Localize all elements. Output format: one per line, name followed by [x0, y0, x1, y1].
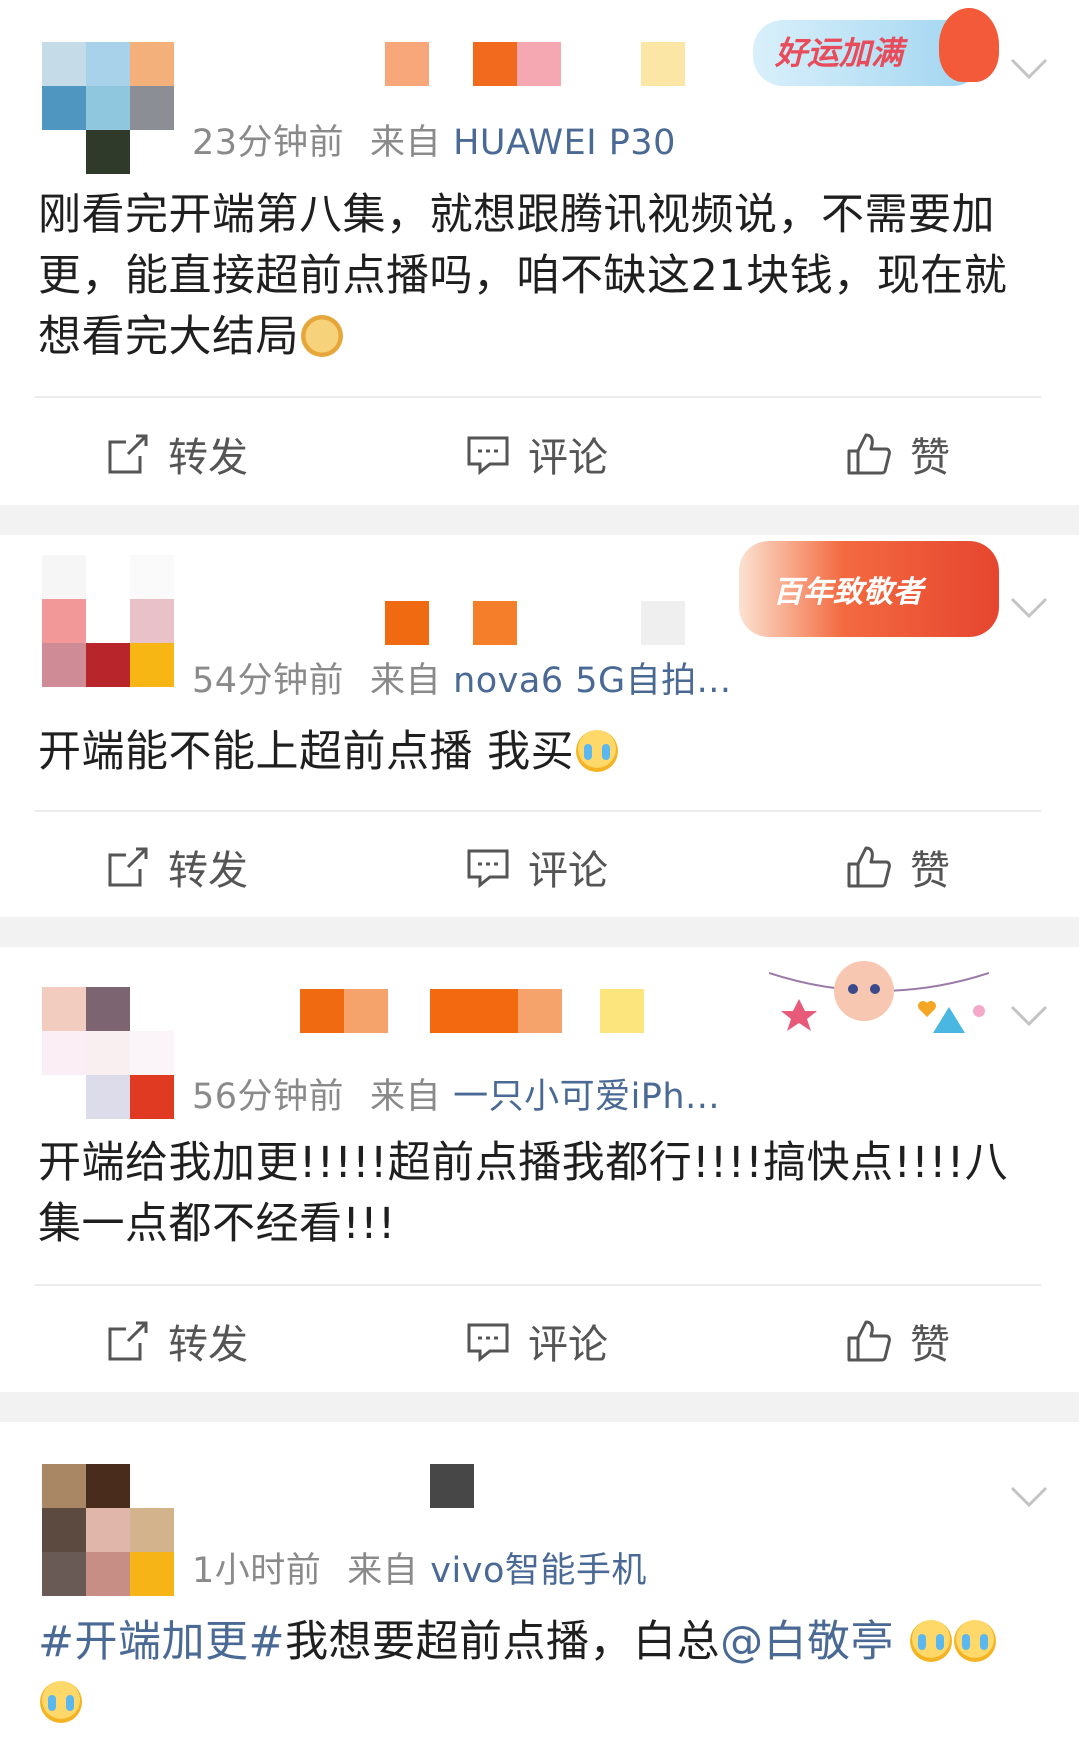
chevron-down-icon[interactable] [1009, 56, 1049, 82]
like-button[interactable]: 赞 [846, 414, 950, 494]
post-text-content: 刚看完开端第八集，就想跟腾讯视频说，不需要加更，能直接超前点播吗，咱不缺这21块… [38, 190, 1008, 362]
source-device[interactable]: nova6 5G自拍... [453, 661, 731, 701]
avatar[interactable] [42, 987, 174, 1119]
comment-label: 评论 [528, 1322, 608, 1368]
repost-label: 转发 [168, 1322, 248, 1368]
dog-emoji-icon [301, 315, 343, 357]
like-label: 赞 [910, 1322, 950, 1368]
repost-icon [108, 1321, 148, 1361]
thumbs-up-icon [847, 433, 891, 475]
post-text: 开端能不能上超前点播 我买 [38, 722, 1048, 783]
crying-emoji-icon [576, 730, 619, 772]
post-time: 1小时前 [192, 1551, 322, 1591]
crying-emoji-icon [40, 1681, 82, 1723]
repost-icon [108, 847, 148, 887]
repost-button[interactable]: 转发 [106, 414, 248, 494]
thumbs-up-icon [847, 1320, 891, 1362]
comment-button[interactable]: 评论 [466, 414, 608, 494]
post-text: 刚看完开端第八集，就想跟腾讯视频说，不需要加更，能直接超前点播吗，咱不缺这21块… [38, 185, 1048, 368]
thumbs-up-icon [847, 846, 891, 888]
post-text: #开端加更#我想要超前点播，白总@白敬亭 [38, 1612, 1048, 1734]
crying-emoji-icon [910, 1620, 953, 1662]
fish-mascot [939, 8, 999, 82]
like-label: 赞 [910, 848, 950, 894]
like-label: 赞 [910, 435, 950, 481]
post-card: 好运加满 23分钟前 来自 HUAWEI P30 刚看完开端第八集，就想跟腾讯视频说… [0, 0, 1079, 505]
comment-button[interactable]: 评论 [466, 827, 608, 907]
repost-label: 转发 [168, 435, 248, 481]
post-meta: 56分钟前 来自 一只小可爱iPh... [192, 1068, 720, 1119]
source-label: 来自 [370, 1077, 442, 1117]
source-label: 来自 [370, 123, 442, 163]
avatar[interactable] [42, 1464, 174, 1596]
divider [34, 810, 1041, 812]
post-time: 54分钟前 [192, 661, 345, 701]
post-card: 百年致敬者 54分钟前 来自 nova6 5G自拍... 开端能不能上超前点播 我买… [0, 535, 1079, 917]
mention-link[interactable]: @白敬亭 [720, 1617, 894, 1667]
post-time: 56分钟前 [192, 1077, 345, 1117]
chevron-down-icon[interactable] [1009, 595, 1049, 621]
source-device[interactable]: HUAWEI P30 [453, 123, 676, 163]
garland-icon [768, 961, 990, 1033]
badge-decoration: 百年致敬者 [739, 541, 999, 637]
repost-icon [108, 434, 148, 474]
garland-decoration [768, 949, 990, 1033]
source-label: 来自 [370, 661, 442, 701]
post-card: 1小时前 来自 vivo智能手机 #开端加更#我想要超前点播，白总@白敬亭 [0, 1422, 1079, 1749]
comment-icon [467, 849, 509, 889]
post-time: 23分钟前 [192, 123, 345, 163]
repost-label: 转发 [168, 848, 248, 894]
comment-button[interactable]: 评论 [466, 1301, 608, 1381]
post-text-content: 开端给我加更!!!!!超前点播我都行!!!!搞快点!!!!八集一点都不经看!!! [38, 1138, 1009, 1249]
comment-icon [467, 436, 509, 476]
badge-text: 百年致敬者 [773, 575, 923, 610]
like-button[interactable]: 赞 [846, 827, 950, 907]
source-device[interactable]: 一只小可爱iPh... [453, 1077, 720, 1117]
post-text-content: 开端能不能上超前点播 我买 [38, 727, 575, 777]
like-button[interactable]: 赞 [846, 1301, 950, 1381]
post-card: 56分钟前 来自 一只小可爱iPh... 开端给我加更!!!!!超前点播我都行!!!… [0, 947, 1079, 1392]
comment-icon [467, 1323, 509, 1363]
post-meta: 54分钟前 来自 nova6 5G自拍... [192, 652, 731, 703]
divider [34, 396, 1041, 398]
chevron-down-icon[interactable] [1009, 1484, 1049, 1510]
repost-button[interactable]: 转发 [106, 827, 248, 907]
post-meta: 1小时前 来自 vivo智能手机 [192, 1542, 647, 1593]
post-text-content: 我想要超前点播，白总 [285, 1617, 721, 1667]
chevron-down-icon[interactable] [1009, 1003, 1049, 1029]
comment-label: 评论 [528, 435, 608, 481]
hashtag-link[interactable]: #开端加更# [38, 1617, 285, 1667]
action-bar: 转发 评论 赞 [0, 827, 1079, 907]
action-bar: 转发 评论 赞 [0, 1301, 1079, 1381]
action-bar: 转发 评论 赞 [0, 414, 1079, 494]
avatar[interactable] [42, 555, 174, 687]
repost-button[interactable]: 转发 [106, 1301, 248, 1381]
crying-emoji-icon [954, 1620, 997, 1662]
post-text: 开端给我加更!!!!!超前点播我都行!!!!搞快点!!!!八集一点都不经看!!! [38, 1133, 1048, 1255]
source-device[interactable]: vivo智能手机 [430, 1551, 647, 1591]
avatar[interactable] [42, 42, 174, 174]
comment-label: 评论 [528, 848, 608, 894]
badge-text: 好运加满 [775, 34, 904, 72]
source-label: 来自 [347, 1551, 419, 1591]
divider [34, 1284, 1041, 1286]
post-meta: 23分钟前 来自 HUAWEI P30 [192, 114, 676, 165]
